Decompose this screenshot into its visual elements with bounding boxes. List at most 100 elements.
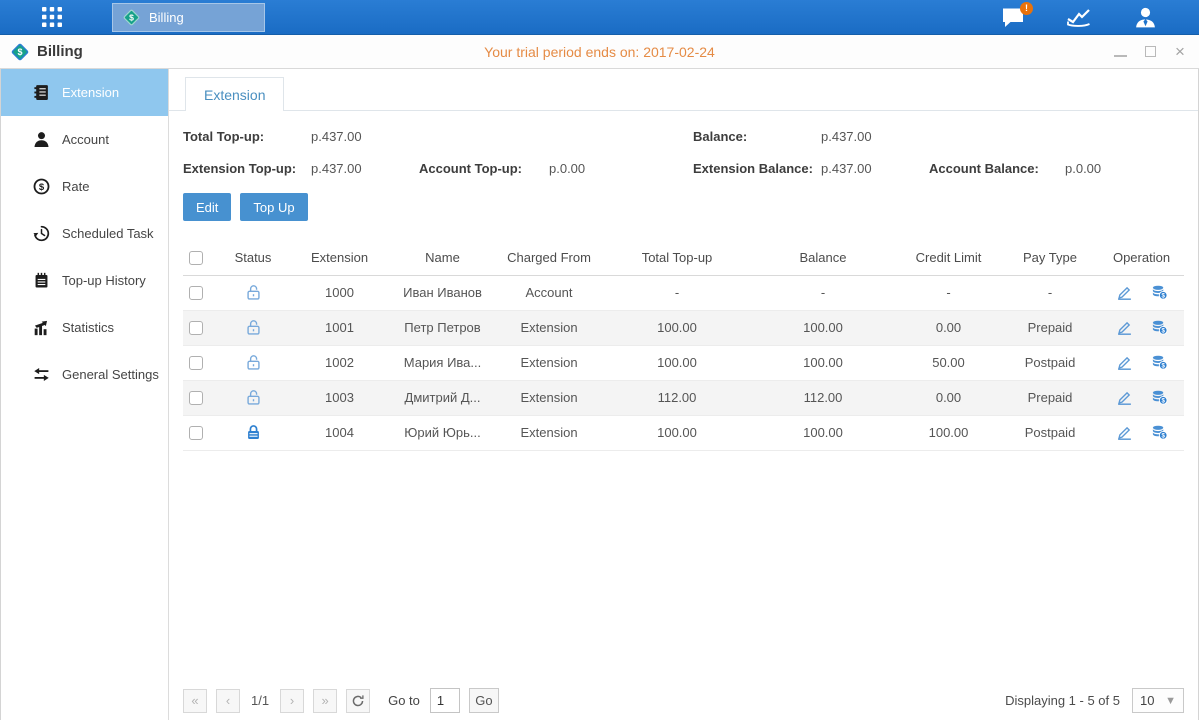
cell-total-topup: 112.00 xyxy=(604,380,750,415)
table-row: 1000Иван ИвановAccount----$ xyxy=(183,275,1184,310)
ledger-icon xyxy=(32,84,50,102)
total-topup-value: p.437.00 xyxy=(311,129,419,144)
taskbar-billing-task[interactable]: $ Billing xyxy=(112,3,265,32)
displaying-info: Displaying 1 - 5 of 5 xyxy=(1005,693,1120,708)
cell-extension: 1003 xyxy=(288,380,391,415)
cell-pay-type: Prepaid xyxy=(1001,310,1099,345)
cell-extension: 1002 xyxy=(288,345,391,380)
table-row: 1001Петр ПетровExtension100.00100.000.00… xyxy=(183,310,1184,345)
sidebar-item-label: Extension xyxy=(62,85,119,100)
balance-label: Balance: xyxy=(693,129,821,144)
edit-pencil-icon[interactable] xyxy=(1116,354,1133,371)
extension-topup-value: p.437.00 xyxy=(311,161,419,176)
billing-app-icon: $ xyxy=(10,42,30,62)
pagination-bar: « ‹ 1/1 › » Go to Go Displaying 1 - 5 of… xyxy=(183,688,1184,713)
sidebar-item-statistics[interactable]: Statistics xyxy=(1,304,168,351)
column-header-operation: Operation xyxy=(1099,240,1184,275)
page-size-select[interactable]: 10 ▼ xyxy=(1132,688,1184,713)
window-title: Billing xyxy=(37,43,83,60)
statistics-icon xyxy=(32,319,50,337)
edit-pencil-icon[interactable] xyxy=(1116,424,1133,441)
sidebar-item-general-settings[interactable]: General Settings xyxy=(1,351,168,398)
sidebar-item-scheduled-task[interactable]: Scheduled Task xyxy=(1,210,168,257)
sidebar-item-extension[interactable]: Extension xyxy=(1,69,168,116)
billing-summary: Total Top-up: p.437.00 Balance: p.437.00… xyxy=(183,129,1184,176)
go-button[interactable]: Go xyxy=(469,688,499,713)
close-icon[interactable]: × xyxy=(1173,45,1187,59)
tab-extension[interactable]: Extension xyxy=(185,77,284,111)
svg-text:$: $ xyxy=(17,47,22,57)
account-topup-value: p.0.00 xyxy=(549,161,693,176)
svg-text:$: $ xyxy=(1161,328,1165,335)
prev-page-button[interactable]: ‹ xyxy=(216,689,240,713)
account-icon xyxy=(32,131,50,149)
trial-notice: Your trial period ends on: 2017-02-24 xyxy=(484,44,715,60)
cell-total-topup: - xyxy=(604,275,750,310)
cell-credit-limit: 50.00 xyxy=(896,345,1001,380)
goto-page-input[interactable] xyxy=(430,688,460,713)
topup-coins-icon[interactable]: $ xyxy=(1151,319,1168,336)
app-grid-icon[interactable] xyxy=(35,4,69,30)
edit-pencil-icon[interactable] xyxy=(1116,389,1133,406)
topup-coins-icon[interactable]: $ xyxy=(1151,354,1168,371)
scheduled-task-icon xyxy=(32,225,50,243)
sidebar-item-top-up-history[interactable]: Top-up History xyxy=(1,257,168,304)
resource-monitor-icon[interactable] xyxy=(1065,6,1093,30)
account-balance-label: Account Balance: xyxy=(929,161,1065,176)
user-account-icon[interactable] xyxy=(1131,6,1159,30)
table-row: 1004Юрий Юрь...Extension100.00100.00100.… xyxy=(183,415,1184,450)
table-row: 1003Дмитрий Д...Extension112.00112.000.0… xyxy=(183,380,1184,415)
minimize-icon[interactable] xyxy=(1113,45,1127,59)
row-checkbox[interactable] xyxy=(189,356,203,370)
unlocked-icon xyxy=(245,284,262,301)
column-header-name: Name xyxy=(391,240,494,275)
next-page-button[interactable]: › xyxy=(280,689,304,713)
maximize-icon[interactable] xyxy=(1143,45,1157,59)
cell-charged-from: Extension xyxy=(494,345,604,380)
row-checkbox[interactable] xyxy=(189,391,203,405)
column-header-charged-from: Charged From xyxy=(494,240,604,275)
row-checkbox[interactable] xyxy=(189,426,203,440)
last-page-button[interactable]: » xyxy=(313,689,337,713)
cell-balance: 100.00 xyxy=(750,415,896,450)
cell-credit-limit: - xyxy=(896,275,1001,310)
balance-value: p.437.00 xyxy=(821,129,929,144)
cell-charged-from: Extension xyxy=(494,310,604,345)
cell-balance: 100.00 xyxy=(750,345,896,380)
edit-button[interactable]: Edit xyxy=(183,193,231,221)
cell-name: Иван Иванов xyxy=(391,275,494,310)
row-checkbox[interactable] xyxy=(189,321,203,335)
cell-extension: 1000 xyxy=(288,275,391,310)
edit-pencil-icon[interactable] xyxy=(1116,284,1133,301)
table-row: 1002Мария Ива...Extension100.00100.0050.… xyxy=(183,345,1184,380)
extension-topup-label: Extension Top-up: xyxy=(183,161,311,176)
first-page-button[interactable]: « xyxy=(183,689,207,713)
extensions-table: StatusExtensionNameCharged FromTotal Top… xyxy=(183,240,1184,451)
row-checkbox[interactable] xyxy=(189,286,203,300)
cell-credit-limit: 100.00 xyxy=(896,415,1001,450)
notifications-icon[interactable]: ! xyxy=(999,6,1027,30)
locked-icon xyxy=(245,424,262,441)
account-balance-value: p.0.00 xyxy=(1065,161,1184,176)
topup-coins-icon[interactable]: $ xyxy=(1151,424,1168,441)
extension-balance-label: Extension Balance: xyxy=(693,161,821,176)
topup-coins-icon[interactable]: $ xyxy=(1151,389,1168,406)
edit-pencil-icon[interactable] xyxy=(1116,319,1133,336)
column-header-credit-limit: Credit Limit xyxy=(896,240,1001,275)
topup-coins-icon[interactable]: $ xyxy=(1151,284,1168,301)
sidebar-item-account[interactable]: Account xyxy=(1,116,168,163)
sidebar-item-label: Statistics xyxy=(62,320,114,335)
page-indicator: 1/1 xyxy=(251,693,269,708)
cell-total-topup: 100.00 xyxy=(604,415,750,450)
chevron-down-icon: ▼ xyxy=(1165,695,1176,707)
refresh-icon[interactable] xyxy=(346,689,370,713)
cell-pay-type: Prepaid xyxy=(1001,380,1099,415)
window-title-group: $ Billing xyxy=(10,42,83,62)
cell-name: Дмитрий Д... xyxy=(391,380,494,415)
select-all-checkbox[interactable] xyxy=(189,251,203,265)
cell-name: Петр Петров xyxy=(391,310,494,345)
main-content: Extension Total Top-up: p.437.00 Balance… xyxy=(169,69,1198,720)
sidebar-item-label: Scheduled Task xyxy=(62,226,154,241)
topup-button[interactable]: Top Up xyxy=(240,193,307,221)
sidebar-item-rate[interactable]: $Rate xyxy=(1,163,168,210)
